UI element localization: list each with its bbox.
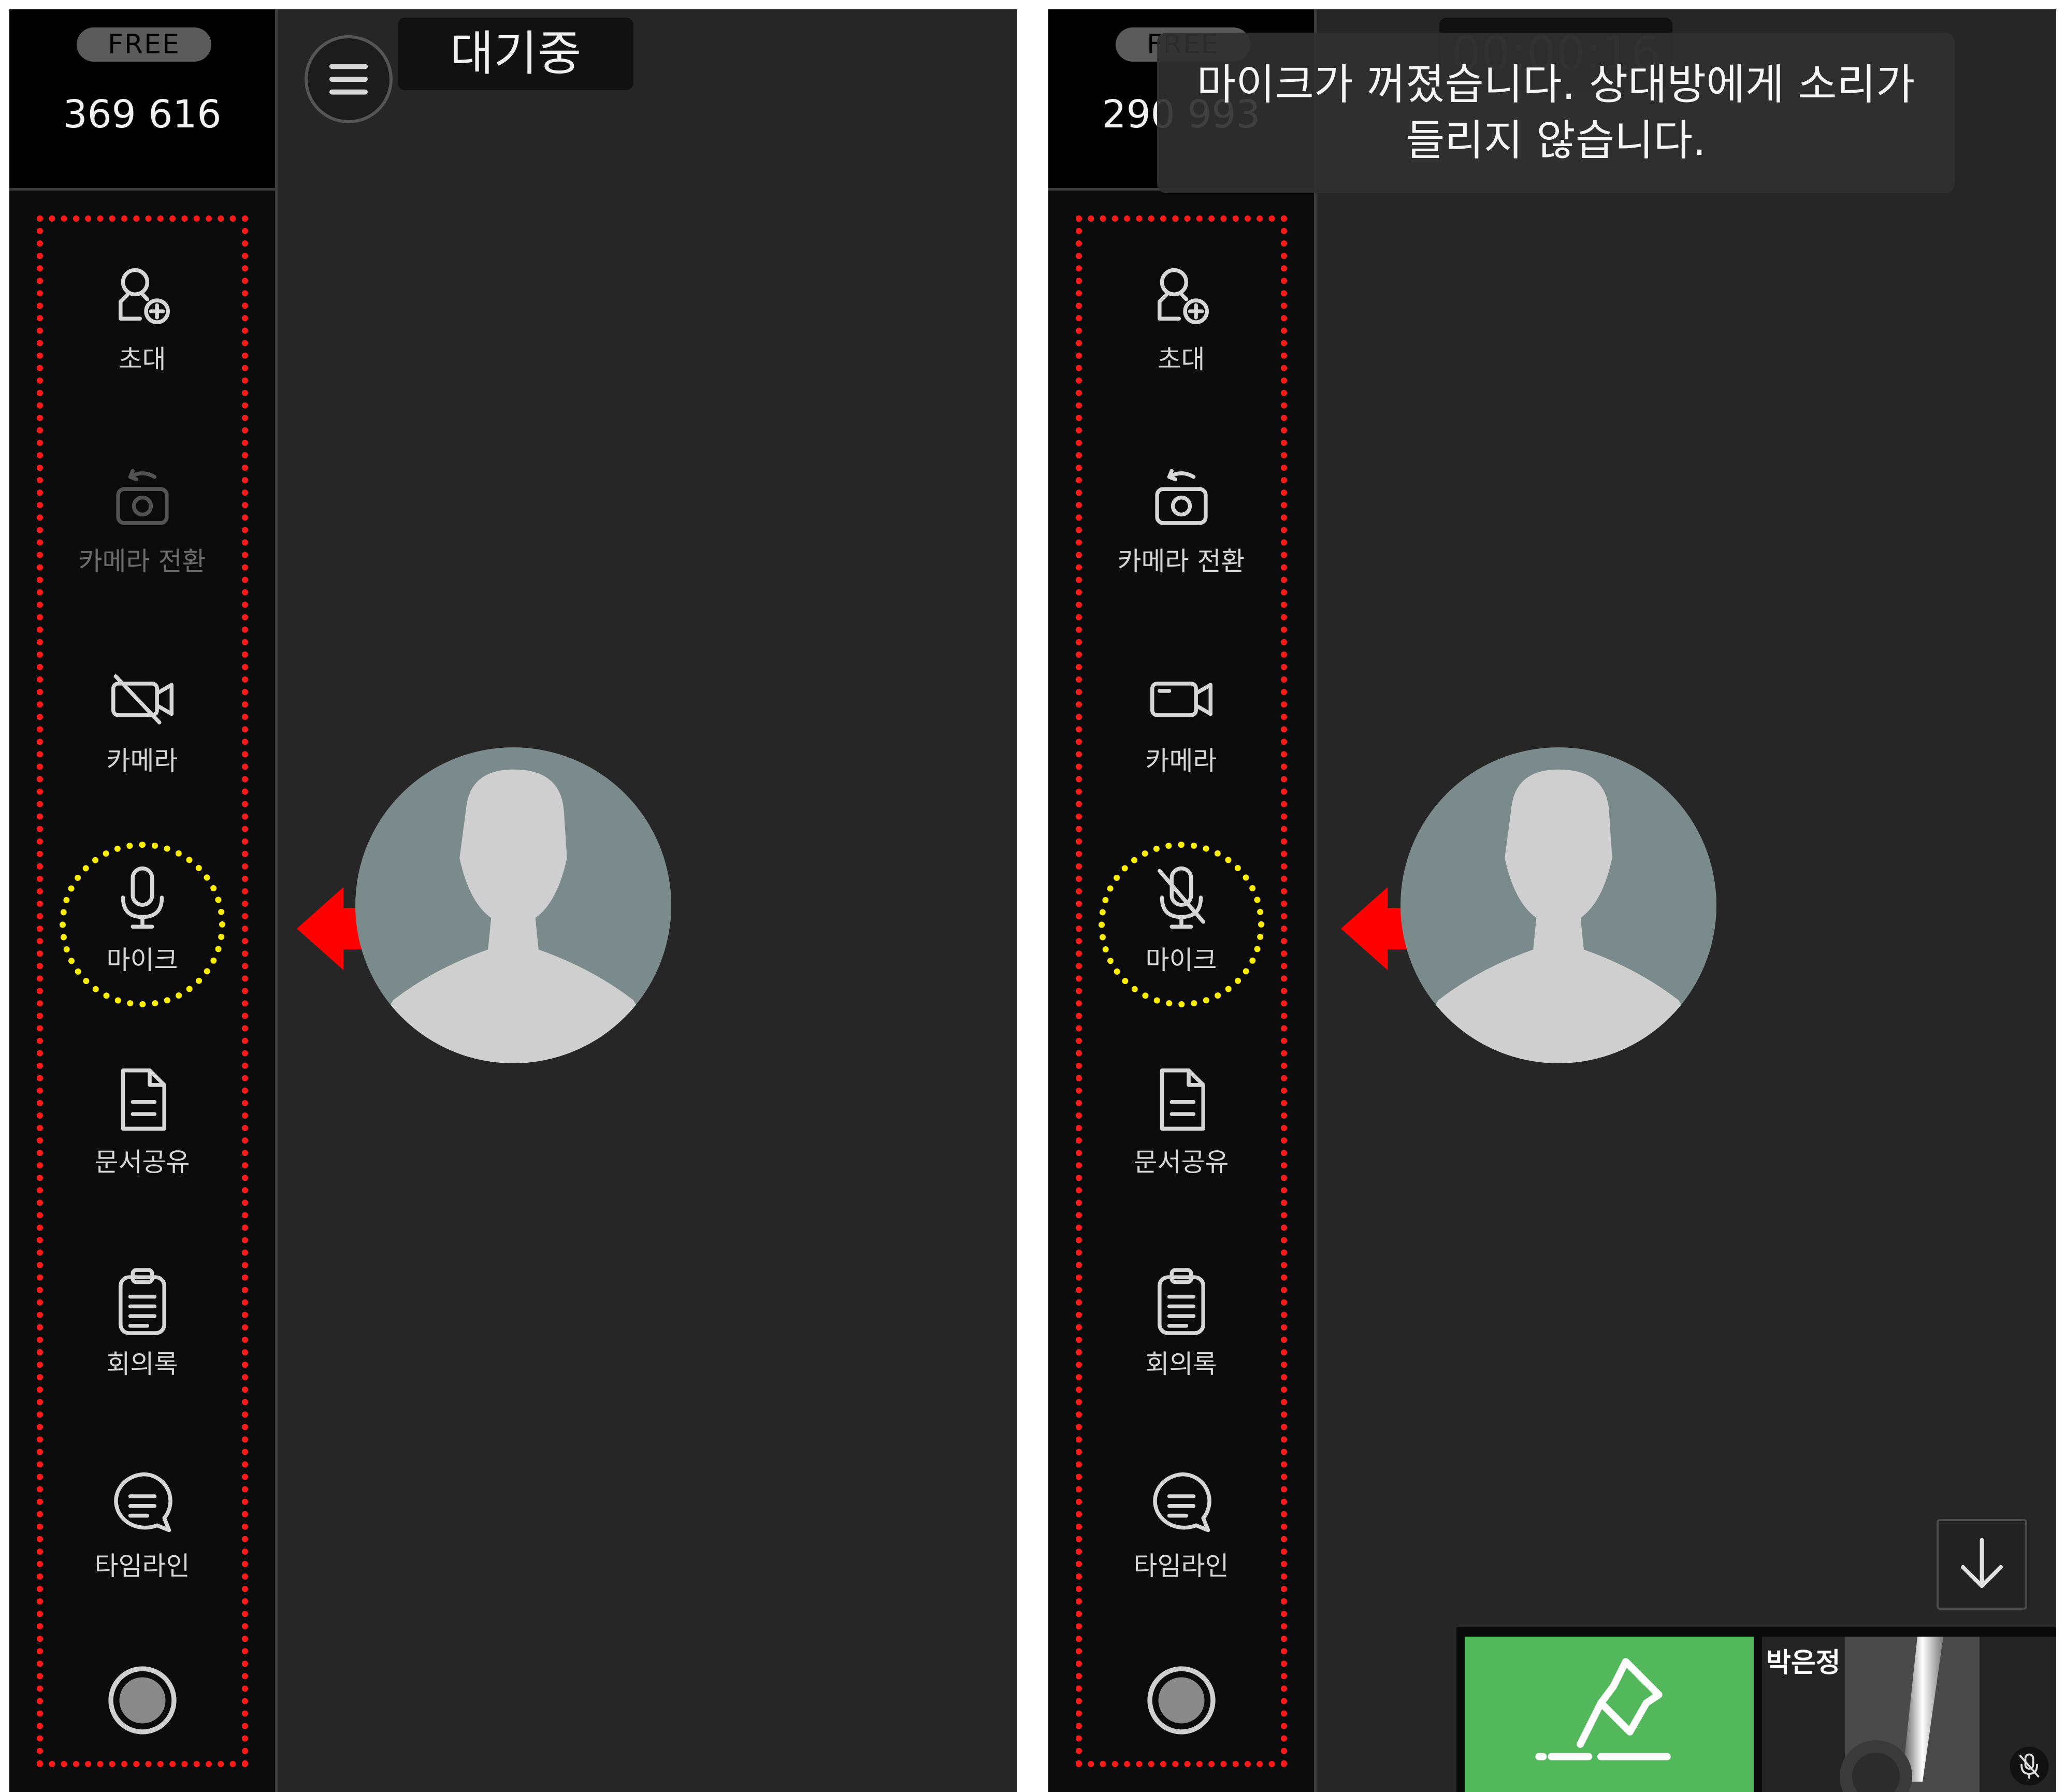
chat-bubble-icon (1152, 1472, 1211, 1533)
minutes-label: 회의록 (1145, 1349, 1217, 1379)
plan-badge: FREE (77, 27, 211, 62)
timeline-button[interactable]: 타임라인 (9, 1465, 275, 1610)
call-screen-before: FREE 369 616 초대 카메라 전환 카메라 마이크 문서공유 회의록 … (9, 9, 1017, 1792)
camera-switch-button[interactable]: 카메라 전환 (1048, 460, 1314, 605)
call-status: 대기중 (398, 18, 633, 90)
sidebar-header: FREE 369 616 (9, 9, 275, 191)
record-icon (108, 1666, 177, 1735)
invite-label: 초대 (1157, 344, 1205, 374)
minutes-button[interactable]: 회의록 (9, 1263, 275, 1408)
record-button[interactable] (9, 1661, 275, 1792)
camera-icon (1150, 682, 1212, 717)
participant-name: 박은정 (1766, 1648, 1841, 1679)
minutes-button[interactable]: 회의록 (1048, 1263, 1314, 1408)
microphone-off-icon (1157, 866, 1205, 929)
camera-label: 카메라 (106, 746, 178, 776)
camera-label: 카메라 (1145, 746, 1217, 776)
invite-button[interactable]: 초대 (9, 258, 275, 403)
timeline-label: 타임라인 (94, 1551, 190, 1581)
menu-button[interactable] (305, 35, 393, 123)
document-share-label: 문서공유 (1133, 1147, 1229, 1177)
document-icon (1160, 1068, 1205, 1131)
mic-muted-icon (2010, 1746, 2049, 1786)
record-button[interactable] (1048, 1661, 1314, 1792)
microphone-label: 마이크 (106, 945, 178, 975)
invite-label: 초대 (118, 344, 166, 374)
chat-bubble-icon (113, 1472, 172, 1533)
microphone-label: 마이크 (1145, 945, 1217, 975)
pin-tile[interactable] (1465, 1637, 1754, 1792)
toast-message: 마이크가 꺼졌습니다. 상대방에게 소리가 들리지 않습니다. (1196, 60, 1915, 165)
scroll-down-button[interactable] (1937, 1519, 2027, 1610)
camera-switch-label: 카메라 전환 (78, 546, 206, 576)
microphone-toggle-button[interactable]: 마이크 (9, 859, 275, 1004)
document-share-button[interactable]: 문서공유 (1048, 1061, 1314, 1206)
camera-switch-label: 카메라 전환 (1117, 546, 1245, 576)
timeline-button[interactable]: 타임라인 (1048, 1465, 1314, 1610)
avatar (1400, 747, 1716, 1063)
document-share-button[interactable]: 문서공유 (9, 1061, 275, 1206)
timeline-label: 타임라인 (1133, 1551, 1229, 1581)
hamburger-icon (329, 64, 368, 95)
minutes-label: 회의록 (106, 1349, 178, 1379)
microphone-toggle-button[interactable]: 마이크 (1048, 859, 1314, 1004)
mic-off-toast: 마이크가 꺼졌습니다. 상대방에게 소리가 들리지 않습니다. (1157, 33, 1955, 193)
camera-switch-icon (1154, 469, 1208, 525)
user-plus-icon (118, 268, 170, 324)
arrow-down-icon (1961, 1538, 2003, 1588)
camera-switch-button[interactable]: 카메라 전환 (9, 460, 275, 605)
avatar (355, 747, 671, 1063)
clipboard-icon (1157, 1268, 1205, 1335)
camera-toggle-button[interactable]: 카메라 (1048, 659, 1314, 804)
document-icon (121, 1068, 166, 1131)
document-share-label: 문서공유 (94, 1147, 190, 1177)
camera-off-icon (111, 674, 174, 725)
clipboard-icon (118, 1268, 166, 1335)
microphone-icon (121, 866, 164, 929)
record-icon (1147, 1666, 1216, 1735)
camera-switch-icon (115, 469, 169, 525)
user-plus-icon (1157, 268, 1209, 324)
invite-button[interactable]: 초대 (1048, 258, 1314, 403)
pin-icon (1535, 1658, 1671, 1760)
sidebar: FREE 369 616 초대 카메라 전환 카메라 마이크 문서공유 회의록 … (9, 9, 278, 1792)
call-screen-after: FREE 290 993 초대 카메라 전환 (1048, 9, 2056, 1792)
room-code: 369 616 (63, 92, 222, 137)
sidebar: FREE 290 993 초대 카메라 전환 (1048, 9, 1317, 1792)
participant-strip: 박은정 (1456, 1627, 2056, 1792)
camera-toggle-button[interactable]: 카메라 (9, 659, 275, 804)
participant-video-tile[interactable]: 박은정 (1762, 1637, 2056, 1792)
